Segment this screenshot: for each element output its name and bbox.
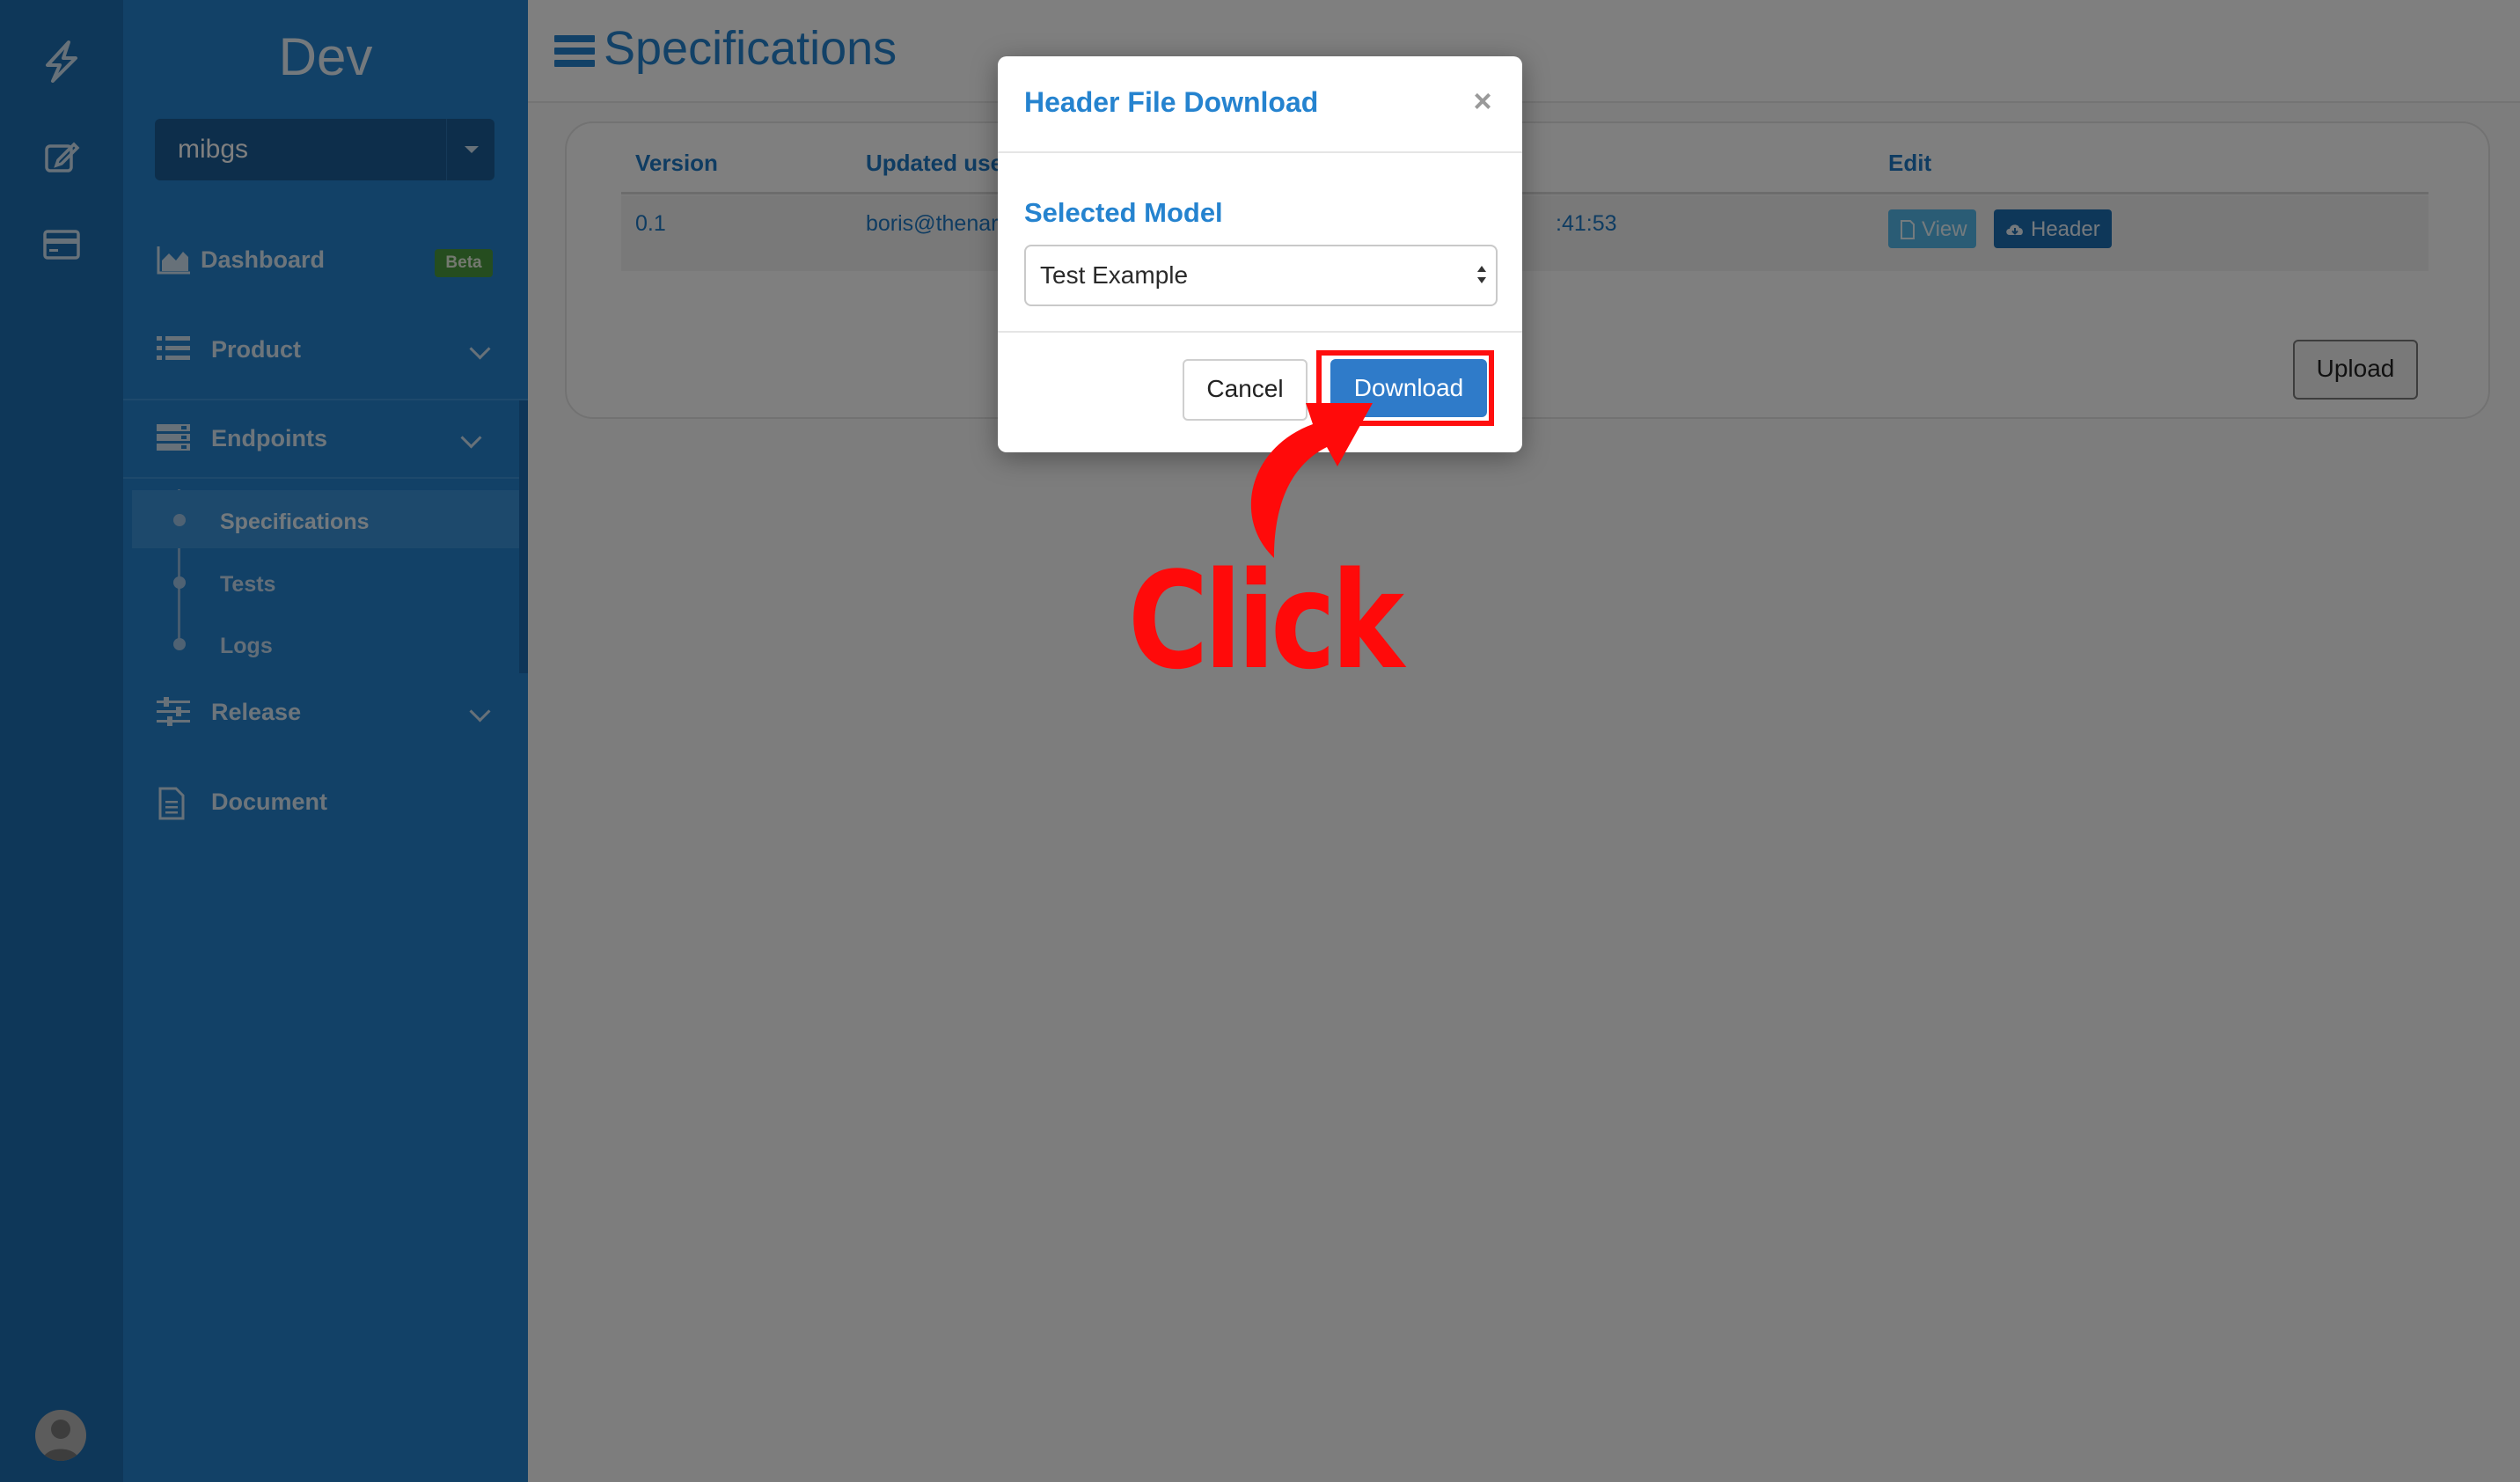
divider (998, 151, 1522, 153)
selected-model-label: Selected Model (1024, 197, 1223, 228)
model-select[interactable]: Test Example (1024, 245, 1498, 306)
close-icon[interactable]: × (1469, 83, 1496, 119)
app-root: Dev mibgs Dashboard Beta Product Endpoin… (0, 0, 2520, 1482)
divider (998, 331, 1522, 333)
model-select-value: Test Example (1040, 261, 1189, 289)
click-annotation: Click (1128, 543, 1404, 699)
modal-title: Header File Download (1024, 86, 1319, 118)
select-arrows-icon (1475, 259, 1489, 290)
